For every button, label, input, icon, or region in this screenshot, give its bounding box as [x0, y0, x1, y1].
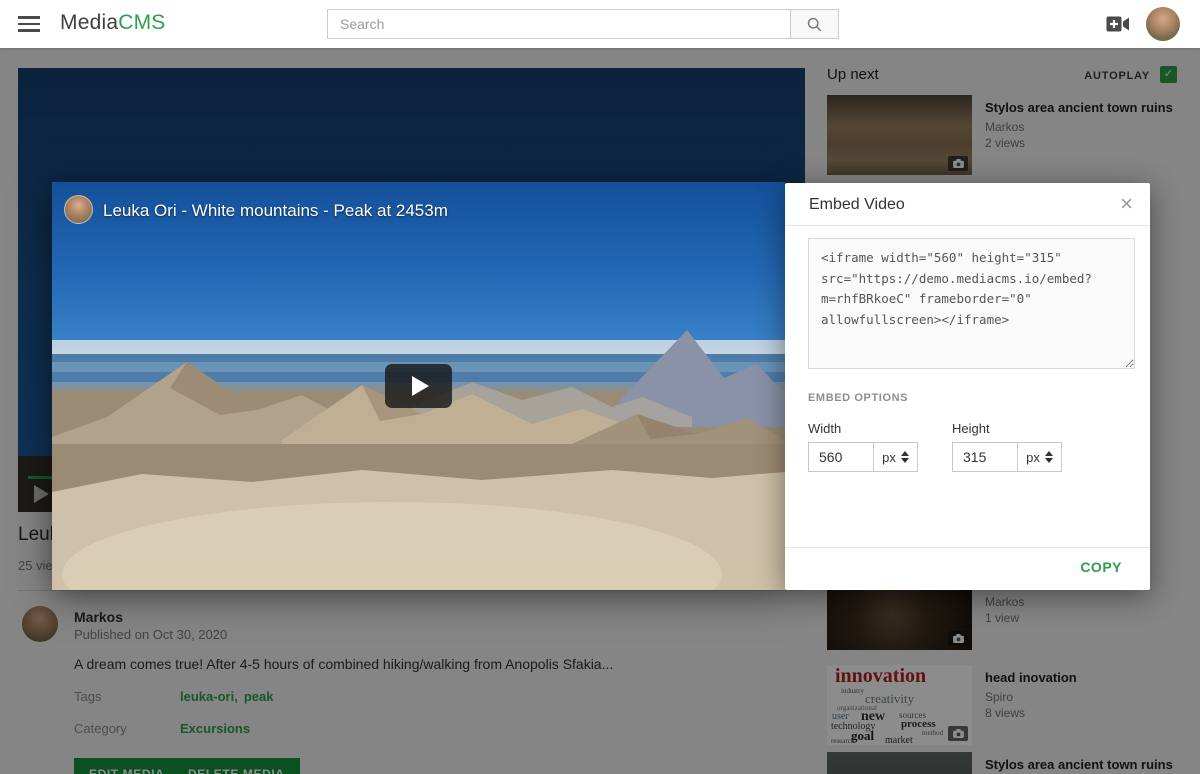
- preview-play-button[interactable]: [385, 364, 452, 408]
- search-icon: [806, 16, 823, 33]
- search-button[interactable]: [791, 9, 839, 39]
- unit-label: px: [1026, 450, 1040, 465]
- copy-button[interactable]: COPY: [1080, 559, 1122, 575]
- search-bar: [327, 9, 839, 39]
- preview-video-title: Leuka Ori - White mountains - Peak at 24…: [103, 201, 448, 221]
- close-icon[interactable]: ×: [1120, 191, 1133, 217]
- top-navbar: MediaCMS: [0, 0, 1200, 48]
- user-avatar[interactable]: [1146, 7, 1180, 41]
- height-input[interactable]: [952, 442, 1018, 472]
- upload-video-button[interactable]: [1106, 15, 1130, 33]
- mediacms-logo[interactable]: MediaCMS: [60, 11, 165, 35]
- width-input[interactable]: [808, 442, 874, 472]
- video-camera-icon: [1106, 15, 1130, 33]
- embed-options-label: EMBED OPTIONS: [808, 392, 908, 404]
- modal-title: Embed Video: [809, 196, 905, 214]
- height-option-group: Height px: [952, 421, 1062, 472]
- divider: [785, 547, 1150, 548]
- embed-video-modal: Embed Video × <iframe width="560" height…: [785, 183, 1150, 590]
- height-label: Height: [952, 421, 1062, 436]
- spinner-arrows-icon: [901, 451, 909, 463]
- search-input[interactable]: [327, 9, 791, 39]
- width-unit-select[interactable]: px: [873, 442, 918, 472]
- divider: [785, 225, 1150, 226]
- height-unit-select[interactable]: px: [1017, 442, 1062, 472]
- hamburger-menu-icon[interactable]: [18, 16, 40, 32]
- unit-label: px: [882, 450, 896, 465]
- embed-code-textarea[interactable]: <iframe width="560" height="315" src="ht…: [808, 238, 1135, 369]
- spinner-arrows-icon: [1045, 451, 1053, 463]
- width-option-group: Width px: [808, 421, 918, 472]
- width-label: Width: [808, 421, 918, 436]
- mediacms-page: MediaCMS Leuka Ori - White mountai: [0, 0, 1200, 774]
- play-icon: [412, 376, 429, 396]
- preview-author-avatar: [64, 195, 93, 224]
- embed-preview-player[interactable]: Leuka Ori - White mountains - Peak at 24…: [52, 182, 785, 590]
